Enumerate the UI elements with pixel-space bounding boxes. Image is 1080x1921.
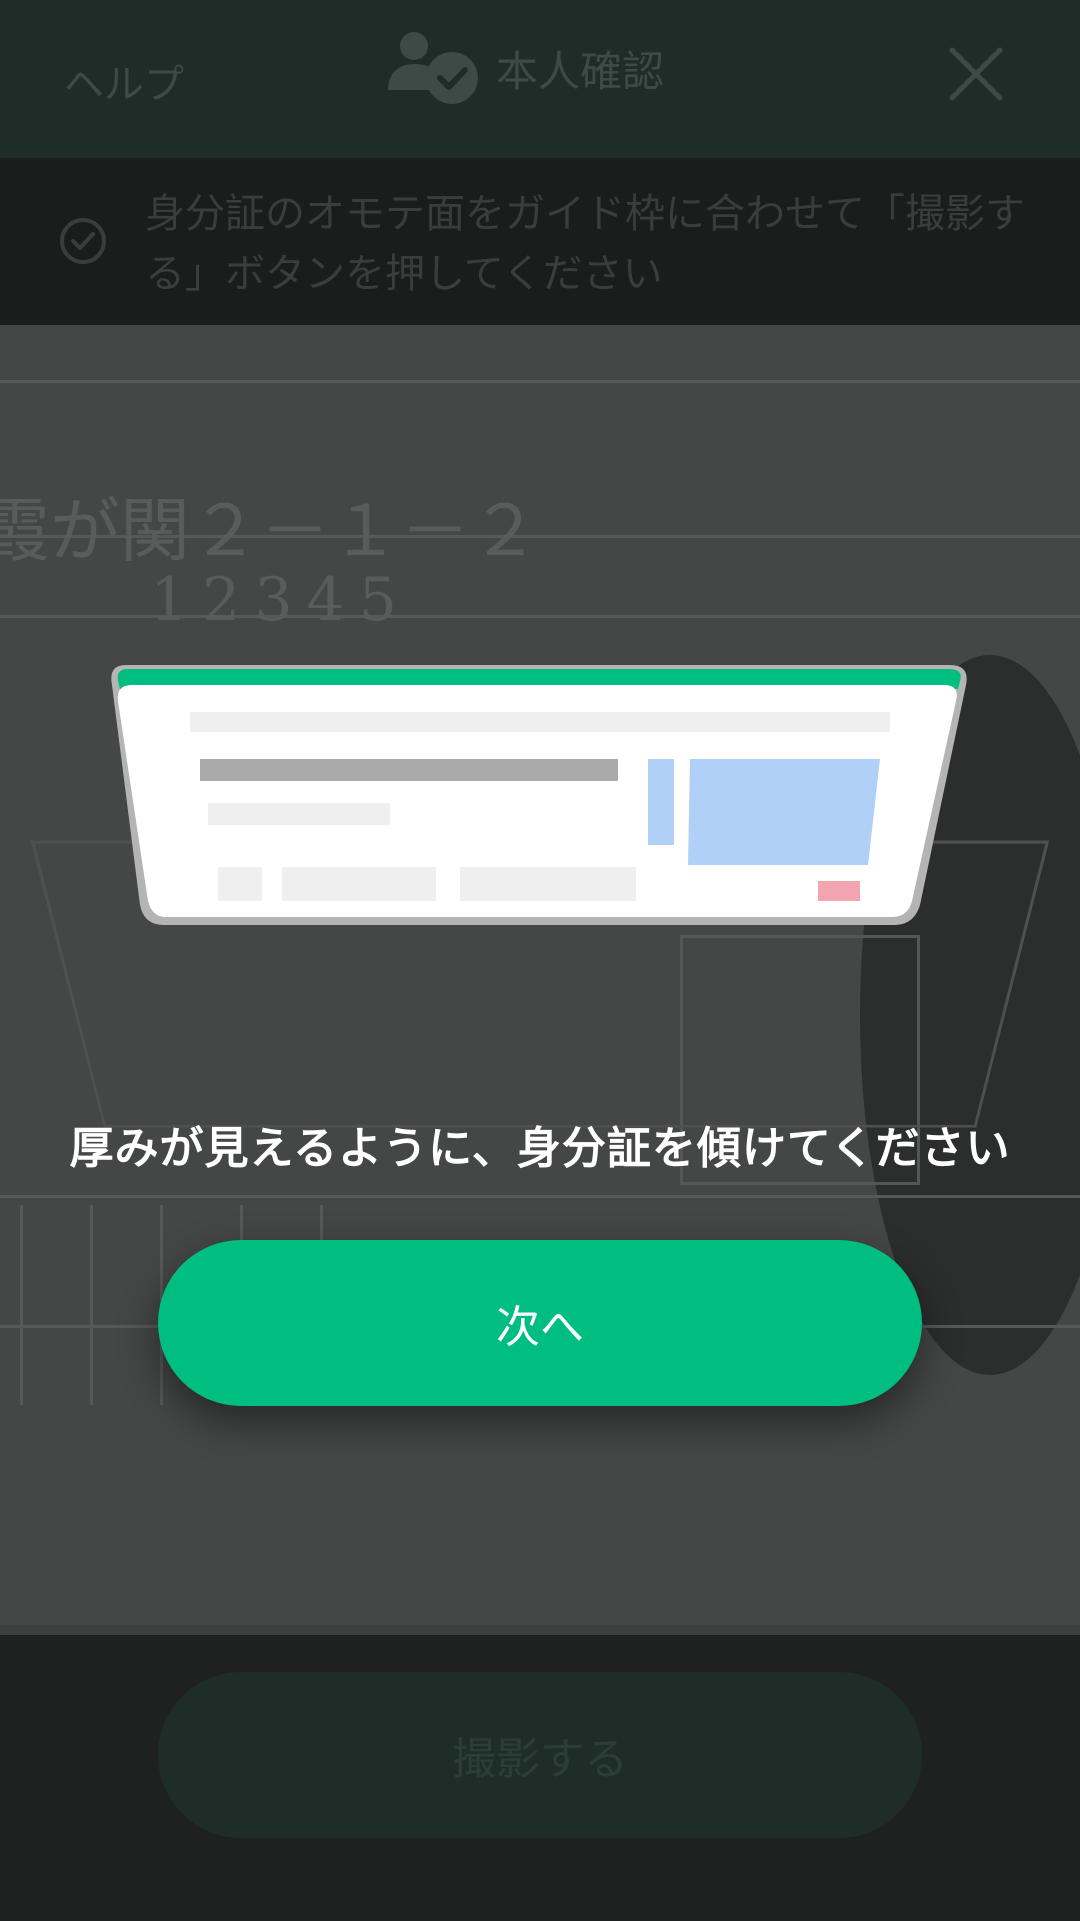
camera-preview: 霞が関２－１－２ 12345: [0, 325, 1080, 1635]
screen: 霞が関２－１－２ 12345 ヘルプ 本人確認 身分証のオモテ面をガイド枠に合わ…: [0, 0, 1080, 1921]
card-rule: [0, 380, 1080, 383]
card-rule: [90, 1205, 93, 1405]
help-link[interactable]: ヘルプ: [64, 52, 184, 110]
card-address-text: 霞が関２－１－２: [0, 490, 540, 572]
card-rule: [0, 1195, 1080, 1198]
tilt-instruction: 厚みが見えるように、身分証を傾けてください: [69, 1123, 1011, 1174]
person-check-icon: [388, 32, 478, 104]
shoot-button: 撮影する: [158, 1672, 922, 1838]
instruction-text: 身分証のオモテ面をガイド枠に合わせて「撮影する」ボタンを押してください: [145, 191, 1025, 297]
card-number-text: 12345: [150, 565, 411, 635]
header-title-group: 本人確認: [386, 28, 664, 108]
next-button[interactable]: 次へ: [158, 1240, 922, 1406]
card-rule: [20, 1205, 23, 1405]
tilted-id-card-illustration: [111, 665, 967, 925]
header: ヘルプ 本人確認: [0, 0, 1080, 158]
check-circle-icon: [60, 218, 106, 264]
close-icon[interactable]: [946, 44, 1006, 104]
page-title: 本人確認: [496, 46, 665, 96]
instruction-banner: 身分証のオモテ面をガイド枠に合わせて「撮影する」ボタンを押してください: [0, 158, 1080, 325]
